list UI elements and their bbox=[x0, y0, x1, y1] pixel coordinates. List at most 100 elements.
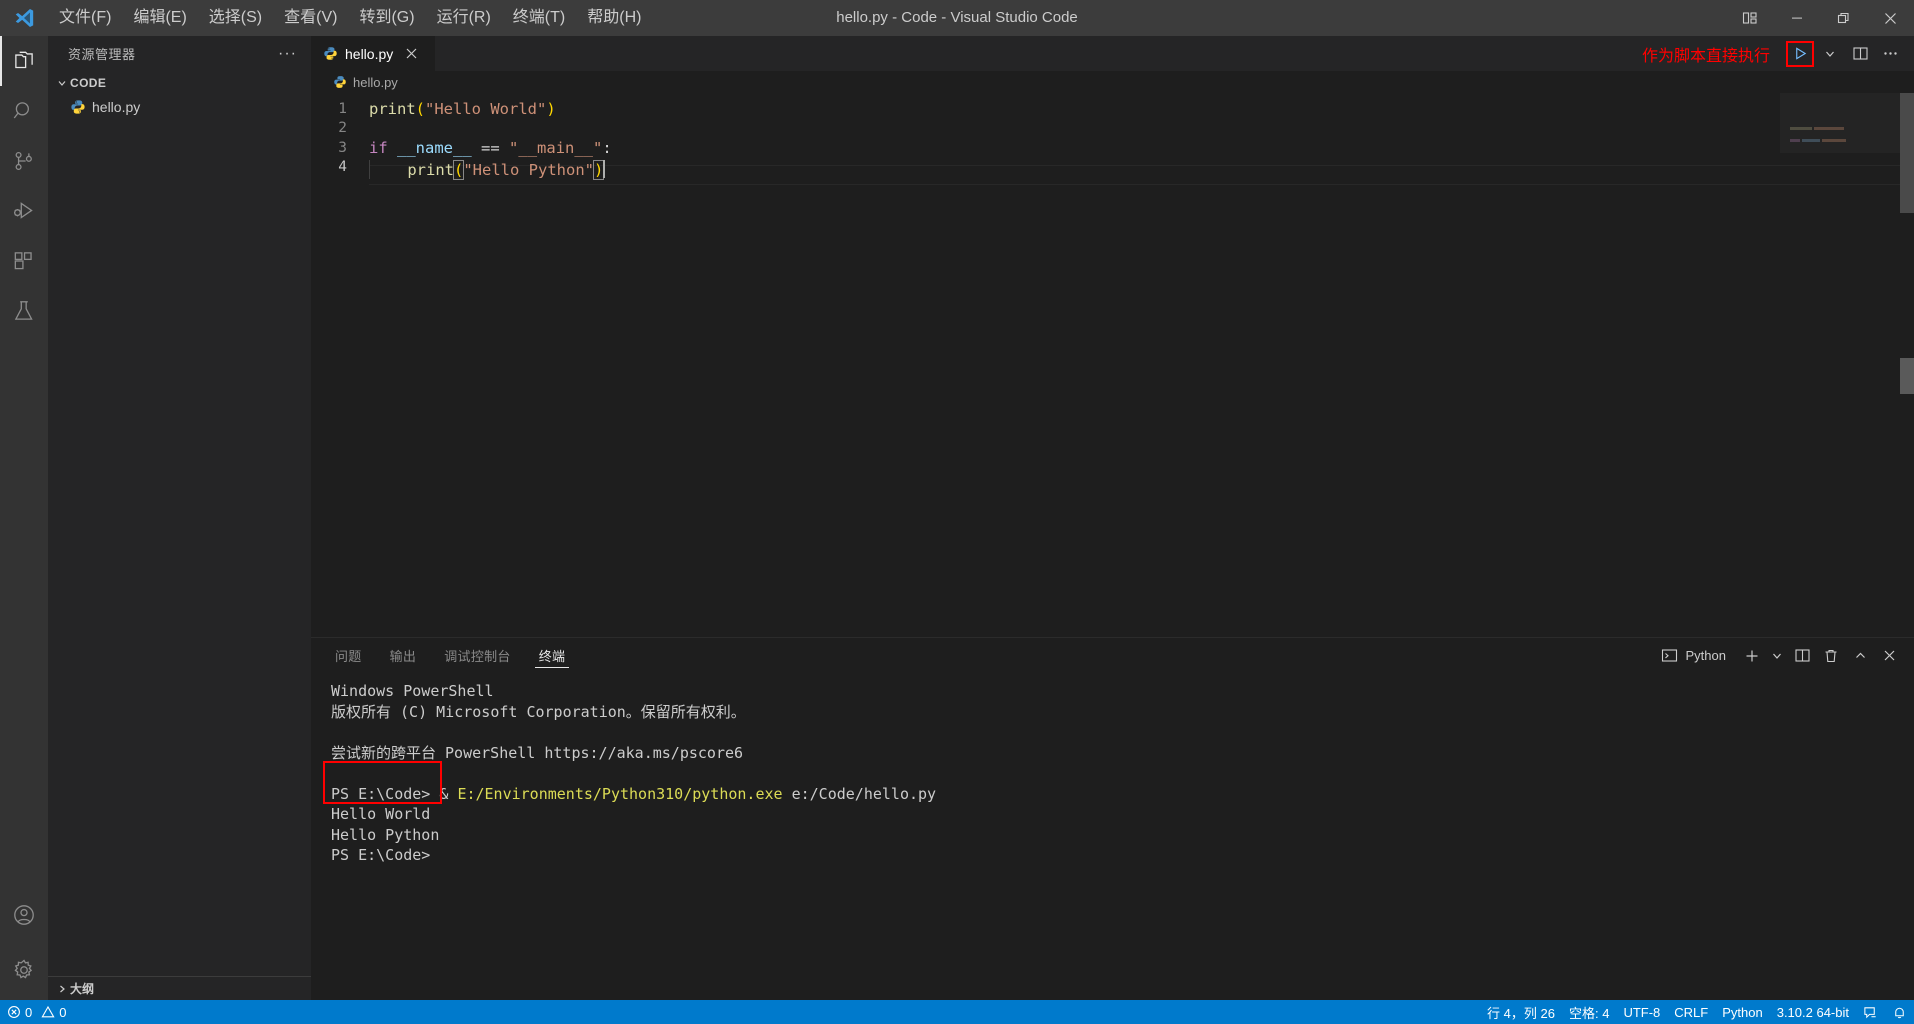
breadcrumb[interactable]: hello.py bbox=[311, 71, 1914, 93]
menu-run[interactable]: 运行(R) bbox=[426, 0, 502, 36]
panel-tab-debug-console[interactable]: 调试控制台 bbox=[440, 638, 515, 673]
line-number: 3 bbox=[338, 139, 347, 156]
activity-bar bbox=[0, 36, 48, 1000]
minimize-icon[interactable] bbox=[1773, 0, 1820, 36]
status-cursor-position[interactable]: 行 4，列 26 bbox=[1480, 1000, 1562, 1024]
sidebar-file-hello-py[interactable]: hello.py bbox=[48, 95, 311, 119]
terminal-line: Windows PowerShell bbox=[331, 682, 494, 700]
workbench-body: 资源管理器 ··· CODE hello.py 大纲 hello.py 作为脚本… bbox=[0, 36, 1914, 1000]
editor-group: hello.py 作为脚本直接执行 hello.py 1 print("Hell… bbox=[311, 36, 1914, 1000]
terminal-line: Hello Python bbox=[331, 825, 440, 844]
panel-tab-problems[interactable]: 问题 bbox=[331, 638, 366, 673]
run-python-file-button[interactable] bbox=[1786, 40, 1814, 67]
line-number: 2 bbox=[338, 120, 347, 137]
terminal-line: Hello World bbox=[331, 805, 431, 823]
menu-edit[interactable]: 编辑(E) bbox=[122, 0, 197, 36]
activitybar-search[interactable] bbox=[0, 86, 48, 136]
terminal-icon bbox=[1661, 647, 1678, 664]
sidebar-folder-label: CODE bbox=[70, 76, 107, 90]
line-number: 1 bbox=[338, 100, 347, 117]
panel-tab-output[interactable]: 输出 bbox=[386, 638, 421, 673]
menu-file[interactable]: 文件(F) bbox=[48, 0, 122, 36]
code-editor[interactable]: 1 print("Hello World") 2 3 if __name__ =… bbox=[311, 93, 1914, 637]
close-icon[interactable] bbox=[405, 47, 425, 60]
code-lines: 1 print("Hello World") 2 3 if __name__ =… bbox=[311, 99, 1914, 637]
terminal-line: 版权所有 (C) Microsoft Corporation。保留所有权利。 bbox=[331, 702, 746, 721]
status-python-interpreter[interactable]: 3.10.2 64-bit bbox=[1770, 1000, 1856, 1024]
sidebar-header: 资源管理器 ··· bbox=[48, 36, 311, 71]
restore-icon[interactable] bbox=[1820, 0, 1867, 36]
breadcrumb-label: hello.py bbox=[353, 74, 398, 90]
menu-go[interactable]: 转到(G) bbox=[348, 0, 425, 36]
status-language-mode[interactable]: Python bbox=[1715, 1000, 1769, 1024]
code-line: 1 print("Hello World") bbox=[311, 99, 1914, 119]
terminal-line: 尝试新的跨平台 PowerShell https://aka.ms/pscore… bbox=[331, 743, 744, 762]
scrollbar-thumb-secondary[interactable] bbox=[1900, 358, 1914, 394]
minimap[interactable] bbox=[1780, 93, 1900, 637]
activitybar-settings[interactable] bbox=[0, 940, 48, 1000]
chevron-down-icon[interactable] bbox=[1816, 40, 1844, 68]
terminal-command-line: PS E:\Code> & E:/Environments/Python310/… bbox=[331, 784, 1914, 805]
trash-icon[interactable] bbox=[1818, 643, 1844, 669]
tab-hello-py[interactable]: hello.py bbox=[311, 36, 437, 71]
code-line-text: if __name__ == "__main__": bbox=[369, 138, 612, 157]
terminal-line: PS E:\Code> bbox=[331, 846, 431, 864]
terminal-command-path: E:/Environments/Python310/python.exe bbox=[457, 784, 783, 803]
menu-selection[interactable]: 选择(S) bbox=[198, 0, 273, 36]
line-number: 4 bbox=[338, 159, 347, 176]
activitybar-extensions[interactable] bbox=[0, 236, 48, 286]
split-icon[interactable] bbox=[1789, 643, 1815, 669]
status-encoding[interactable]: UTF-8 bbox=[1616, 1000, 1667, 1024]
activitybar-run-debug[interactable] bbox=[0, 186, 48, 236]
status-indentation[interactable]: 空格: 4 bbox=[1562, 1000, 1616, 1024]
ellipsis-icon[interactable] bbox=[1876, 40, 1904, 68]
sidebar-explorer: 资源管理器 ··· CODE hello.py 大纲 bbox=[48, 36, 311, 1000]
code-line-text: print("Hello Python") bbox=[369, 156, 606, 180]
chevron-down-icon[interactable] bbox=[1768, 643, 1786, 669]
terminal-command-arg: e:/Code/hello.py bbox=[782, 784, 937, 803]
chevron-up-icon[interactable] bbox=[1847, 643, 1873, 669]
panel-tab-terminal[interactable]: 终端 bbox=[534, 638, 570, 673]
warning-icon bbox=[41, 1005, 55, 1019]
sidebar-outline-section[interactable]: 大纲 bbox=[48, 976, 311, 1000]
bottom-panel: 问题 输出 调试控制台 终端 Python Windows PowerShell… bbox=[311, 637, 1914, 1000]
activitybar-source-control[interactable] bbox=[0, 136, 48, 186]
activitybar-account[interactable] bbox=[0, 890, 48, 940]
status-eol[interactable]: CRLF bbox=[1667, 1000, 1715, 1024]
status-feedback[interactable] bbox=[1856, 1000, 1885, 1024]
terminal-name[interactable]: Python bbox=[1686, 648, 1726, 663]
menu-terminal[interactable]: 终端(T) bbox=[502, 0, 576, 36]
terminal-output[interactable]: Windows PowerShell 版权所有 (C) Microsoft Co… bbox=[311, 673, 1914, 1000]
python-file-icon bbox=[70, 99, 86, 115]
menu-bar: 文件(F) 编辑(E) 选择(S) 查看(V) 转到(G) 运行(R) 终端(T… bbox=[48, 0, 652, 36]
sidebar-more-actions-icon[interactable]: ··· bbox=[272, 45, 303, 63]
editor-tabs-bar: hello.py 作为脚本直接执行 bbox=[311, 36, 1914, 71]
status-notifications[interactable] bbox=[1885, 1000, 1914, 1024]
annotation-run-as-script: 作为脚本直接执行 bbox=[1641, 47, 1770, 65]
sidebar-folder-code[interactable]: CODE bbox=[48, 71, 311, 95]
activitybar-testing[interactable] bbox=[0, 286, 48, 336]
sidebar-outline-label: 大纲 bbox=[70, 982, 95, 996]
status-problems[interactable]: 0 0 bbox=[0, 1000, 73, 1024]
close-icon[interactable] bbox=[1867, 0, 1914, 36]
activitybar-explorer[interactable] bbox=[0, 36, 48, 86]
editor-scrollbar[interactable] bbox=[1900, 93, 1914, 637]
plus-icon[interactable] bbox=[1739, 643, 1765, 669]
status-warnings-value: 0 bbox=[59, 1004, 67, 1020]
terminal-amp: & bbox=[439, 784, 458, 803]
close-icon[interactable] bbox=[1876, 643, 1902, 669]
menu-view[interactable]: 查看(V) bbox=[273, 0, 348, 36]
python-file-icon bbox=[323, 46, 338, 61]
minimap-slider[interactable] bbox=[1780, 93, 1900, 153]
bell-icon bbox=[1892, 1005, 1907, 1020]
sidebar-title: 资源管理器 bbox=[68, 47, 136, 62]
split-editor-icon[interactable] bbox=[1846, 40, 1874, 68]
vscode-logo bbox=[0, 0, 48, 36]
sidebar-file-label: hello.py bbox=[92, 99, 141, 115]
editor-actions: 作为脚本直接执行 bbox=[1642, 36, 1914, 71]
customize-layout-icon[interactable] bbox=[1726, 0, 1773, 36]
menu-help[interactable]: 帮助(H) bbox=[576, 0, 652, 36]
scrollbar-thumb[interactable] bbox=[1900, 93, 1914, 213]
